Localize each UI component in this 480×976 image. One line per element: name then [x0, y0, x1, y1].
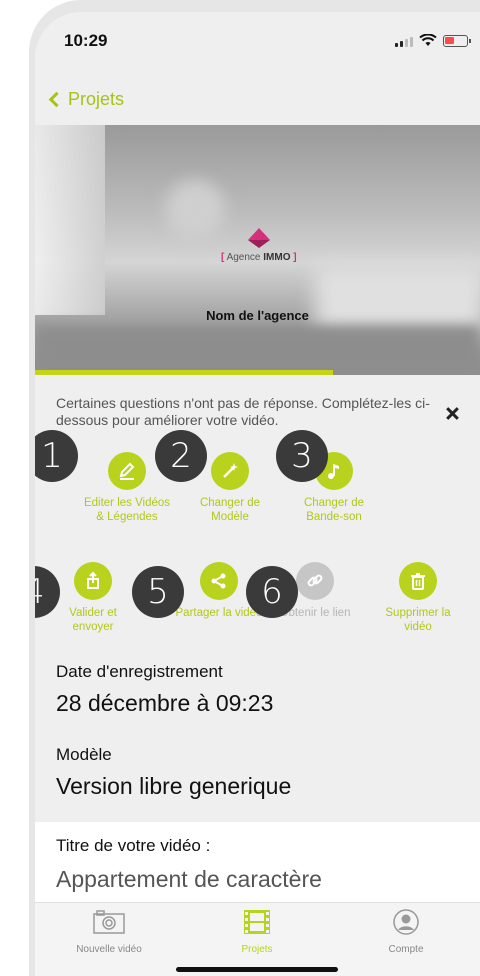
video-bg-window: [35, 125, 105, 315]
tab-account-label: Compte: [388, 944, 424, 955]
phone-screen: 10:29 Projets [ Agence IMMO] Nom de l'a…: [35, 12, 480, 976]
tab-projets-label: Projets: [241, 944, 273, 955]
info-message: Certaines questions n'ont pas de réponse…: [56, 395, 430, 428]
step-badge-1: 1: [35, 430, 78, 482]
video-bg-lamp: [165, 180, 225, 240]
status-time: 10:29: [64, 31, 108, 50]
status-icons: [395, 34, 471, 47]
link-icon: [296, 562, 334, 600]
agency-name: Nom de l'agence: [206, 308, 309, 323]
wifi-icon: [419, 34, 437, 46]
change-soundtrack-label: Changer de Bande-son: [303, 497, 365, 523]
close-message-button[interactable]: [442, 404, 462, 424]
share-icon: [200, 562, 238, 600]
agency-logo: [ Agence IMMO ]: [221, 228, 297, 263]
date-label: Date d'enregistrement: [56, 662, 223, 681]
tab-bar: Nouvelle vidéo Projets Compte: [35, 902, 480, 976]
step-badge-3: 3: [276, 430, 328, 482]
battery-icon: [443, 34, 471, 47]
step-badge-6: 6: [246, 566, 298, 618]
model-value: Version libre generique: [56, 773, 292, 799]
validate-send-button[interactable]: Valider et envoyer: [48, 562, 138, 634]
title-label: Titre de votre vidéo :: [56, 836, 211, 855]
tab-new-video[interactable]: Nouvelle vidéo: [54, 909, 164, 955]
date-value: 28 décembre à 09:23: [56, 690, 274, 716]
magic-wand-icon: [211, 452, 249, 490]
signal-icon: [395, 35, 413, 47]
step-badge-2: 2: [155, 430, 207, 482]
share-video-label: Partager la vidéo: [175, 607, 263, 619]
back-label: Projets: [68, 89, 125, 109]
tab-projets[interactable]: Projets: [202, 909, 312, 955]
camera-icon: [93, 910, 125, 934]
chevron-left-icon: [48, 91, 65, 108]
logo-text: [ Agence IMMO ]: [221, 252, 297, 263]
status-bar: 10:29: [35, 12, 480, 68]
upload-icon: [74, 562, 112, 600]
title-panel: Titre de votre vidéo :: [35, 822, 480, 902]
title-input[interactable]: [56, 866, 456, 893]
film-icon: [244, 910, 270, 934]
validate-send-label: Valider et envoyer: [69, 607, 117, 633]
pencil-icon: [108, 452, 146, 490]
home-indicator[interactable]: [176, 967, 338, 972]
logo-diamond-icon: [247, 228, 270, 248]
video-preview[interactable]: [ Agence IMMO ] Nom de l'agence: [35, 125, 480, 375]
user-icon: [393, 909, 419, 935]
edit-videos-label: Editer les Vidéos & Légendes: [83, 497, 171, 523]
video-progress-bar: [35, 370, 334, 375]
delete-video-label: Supprimer la vidéo: [385, 607, 451, 633]
video-bg-floor: [35, 325, 480, 375]
trash-icon: [399, 562, 437, 600]
step-badge-5: 5: [132, 566, 184, 618]
tab-new-video-label: Nouvelle vidéo: [76, 944, 142, 955]
tab-account[interactable]: Compte: [351, 909, 461, 955]
model-label: Modèle: [56, 745, 112, 764]
back-button[interactable]: Projets: [47, 89, 124, 110]
delete-video-button[interactable]: Supprimer la vidéo: [373, 562, 463, 634]
change-model-label: Changer de Modèle: [199, 497, 261, 523]
